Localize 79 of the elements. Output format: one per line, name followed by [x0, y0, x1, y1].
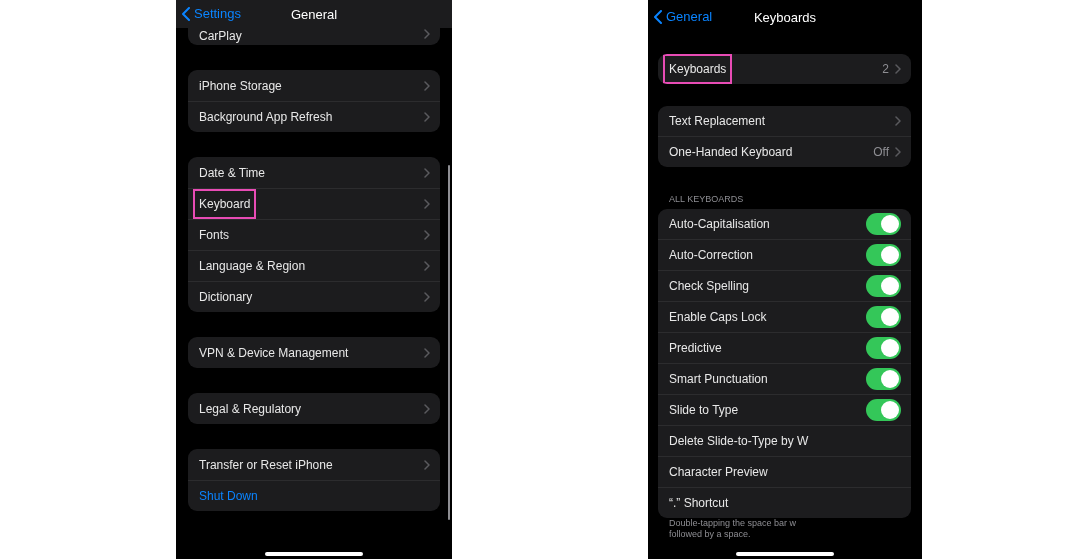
back-chevron-icon	[654, 9, 662, 24]
chevron-icon	[424, 230, 430, 240]
row-value: 2	[882, 62, 889, 76]
row-label: “.” Shortcut	[669, 496, 730, 510]
settings-row[interactable]: Transfer or Reset iPhone	[188, 449, 440, 480]
screen-title: General	[290, 7, 338, 22]
chevron-icon	[895, 64, 901, 74]
row-label: Enable Caps Lock	[669, 310, 768, 324]
row-label: Legal & Regulatory	[199, 401, 303, 416]
row-label: Shut Down	[199, 489, 259, 503]
row-label: Keyboards	[663, 54, 733, 84]
row-label: Keyboard	[193, 189, 257, 219]
chevron-icon	[895, 116, 901, 126]
row-label: Predictive	[669, 341, 723, 355]
row-label: Smart Punctuation	[669, 372, 769, 386]
settings-row[interactable]: Auto-Capitalisation	[658, 209, 911, 239]
settings-row[interactable]: Keyboard	[188, 188, 440, 219]
row-label: Transfer or Reset iPhone	[199, 457, 334, 472]
settings-row[interactable]: Keyboards 2	[658, 54, 911, 84]
back-link[interactable]: Settings	[182, 6, 241, 21]
row-label: Dictionary	[199, 290, 254, 304]
row-label: iPhone Storage	[199, 78, 283, 93]
section-footer: followed by a space.	[658, 529, 911, 540]
chevron-icon	[424, 112, 430, 122]
chevron-icon	[424, 459, 430, 470]
toggle-switch[interactable]	[866, 275, 901, 297]
chevron-icon	[424, 261, 430, 271]
settings-row[interactable]: Smart Punctuation	[658, 363, 911, 394]
settings-row[interactable]: Legal & Regulatory	[188, 393, 440, 424]
toggle-switch[interactable]	[866, 399, 901, 421]
row-label: Text Replacement	[669, 114, 767, 128]
row-label: Date & Time	[199, 165, 267, 180]
settings-row[interactable]: Language & Region	[188, 250, 440, 281]
row-label: Fonts	[199, 228, 230, 242]
row-label: Background App Refresh	[199, 110, 334, 124]
toggle-switch[interactable]	[866, 337, 901, 359]
section-footer: Double-tapping the space bar w	[658, 518, 911, 529]
row-label: Auto-Correction	[669, 248, 755, 262]
row-value: Off	[873, 145, 889, 159]
settings-row[interactable]: One-Handed Keyboard Off	[658, 136, 911, 167]
row-label: Language & Region	[199, 259, 307, 273]
settings-row[interactable]: Enable Caps Lock	[658, 301, 911, 332]
row-label: Slide to Type	[669, 403, 740, 417]
chevron-icon	[424, 292, 430, 302]
toggle-switch[interactable]	[866, 306, 901, 328]
row-label: CarPlay	[199, 29, 243, 43]
settings-row[interactable]: Predictive	[658, 332, 911, 363]
chevron-icon	[424, 403, 430, 414]
row-label: One-Handed Keyboard	[669, 145, 794, 159]
row-label: Delete Slide-to-Type by W	[669, 434, 810, 448]
screen-title: Keyboards	[753, 10, 817, 25]
chevron-icon	[424, 29, 430, 39]
toggle-switch[interactable]	[866, 368, 901, 390]
chevron-icon	[424, 80, 430, 91]
chevron-icon	[424, 347, 430, 358]
row-label: Check Spelling	[669, 279, 751, 293]
settings-row[interactable]: Fonts	[188, 219, 440, 250]
row-label: Auto-Capitalisation	[669, 217, 771, 231]
settings-row[interactable]: Background App Refresh	[188, 101, 440, 132]
row-label: VPN & Device Management	[199, 345, 350, 360]
chevron-icon	[424, 167, 430, 178]
back-chevron-icon	[182, 6, 190, 21]
section-header: ALL KEYBOARDS	[668, 194, 745, 206]
settings-row[interactable]: Shut Down	[188, 480, 440, 511]
settings-row[interactable]: Date & Time	[188, 157, 440, 188]
chevron-icon	[895, 147, 901, 157]
settings-row[interactable]: Slide to Type	[658, 394, 911, 425]
chevron-icon	[424, 199, 430, 209]
settings-row[interactable]: Auto-Correction	[658, 239, 911, 270]
settings-row[interactable]: Dictionary	[188, 281, 440, 312]
settings-row[interactable]: VPN & Device Management	[188, 337, 440, 368]
toggle-switch[interactable]	[866, 244, 901, 266]
settings-row[interactable]: Text Replacement	[658, 106, 911, 136]
back-link[interactable]: General	[654, 9, 713, 24]
settings-row[interactable]: iPhone Storage	[188, 70, 440, 101]
toggle-switch[interactable]	[866, 213, 901, 235]
settings-row[interactable]: Check Spelling	[658, 270, 911, 301]
row-label: Character Preview	[669, 465, 769, 479]
settings-row[interactable]: CarPlay	[188, 28, 440, 45]
